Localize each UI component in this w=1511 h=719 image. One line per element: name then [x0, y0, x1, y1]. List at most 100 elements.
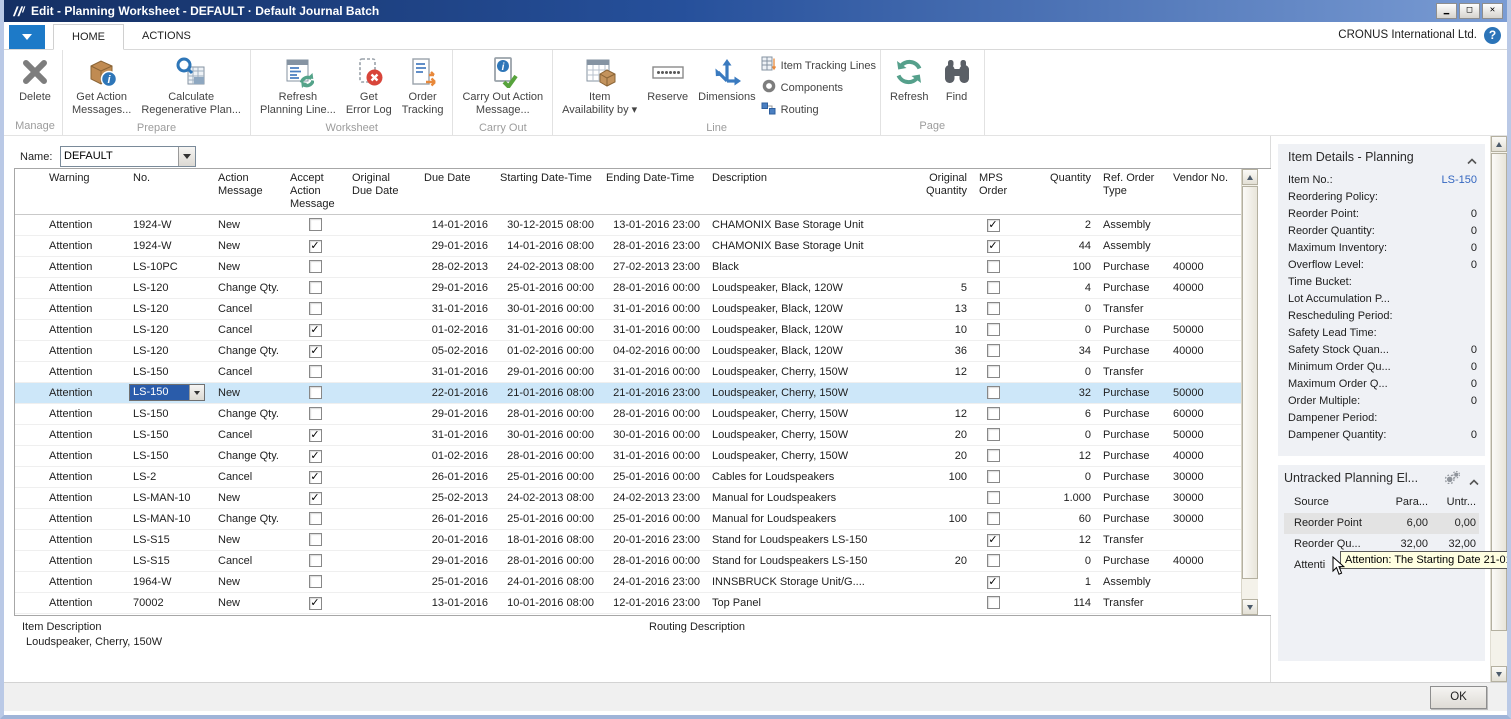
- minimize-button[interactable]: ▁: [1436, 3, 1457, 19]
- scroll-thumb[interactable]: [1242, 186, 1258, 579]
- calculate-regenerative-plan-button[interactable]: Calculate Regenerative Plan...: [136, 52, 246, 120]
- table-row[interactable]: AttentionLS-MAN-10Change Qty.26-01-20162…: [15, 509, 1241, 530]
- table-row[interactable]: AttentionLS-150Cancel31-01-201629-01-201…: [15, 362, 1241, 383]
- refresh-planning-line-button[interactable]: Refresh Planning Line...: [255, 52, 341, 120]
- dimensions-button[interactable]: Dimensions: [693, 52, 760, 107]
- accept-action-message-checkbox[interactable]: ✓: [309, 429, 322, 442]
- scroll-down-button[interactable]: [1491, 666, 1507, 682]
- accept-action-message-checkbox[interactable]: [309, 281, 322, 294]
- mps-order-checkbox[interactable]: [987, 512, 1000, 525]
- table-row[interactable]: Attention70002New✓13-01-201610-01-2016 0…: [15, 593, 1241, 614]
- field-value[interactable]: LS-150: [1442, 172, 1477, 189]
- accept-action-message-checkbox[interactable]: [309, 260, 322, 273]
- table-row[interactable]: AttentionLS-150Change Qty.29-01-201628-0…: [15, 404, 1241, 425]
- accept-action-message-checkbox[interactable]: ✓: [309, 324, 322, 337]
- table-row[interactable]: Attention1964-WNew25-01-201624-01-2016 0…: [15, 572, 1241, 593]
- mps-order-checkbox[interactable]: [987, 344, 1000, 357]
- help-icon[interactable]: ?: [1484, 27, 1501, 44]
- gear-icon[interactable]: [1444, 471, 1460, 485]
- mps-order-checkbox[interactable]: [987, 323, 1000, 336]
- carry-out-action-message-button[interactable]: iCarry Out Action Message...: [457, 52, 548, 120]
- accept-action-message-checkbox[interactable]: [309, 386, 322, 399]
- grid-vertical-scrollbar[interactable]: [1241, 169, 1258, 615]
- column-header-ending-date-time[interactable]: Ending Date-Time: [600, 169, 706, 214]
- mps-order-checkbox[interactable]: [987, 407, 1000, 420]
- table-row[interactable]: AttentionLS-S15Cancel29-01-201628-01-201…: [15, 551, 1241, 572]
- routing-button[interactable]: Routing: [761, 100, 876, 119]
- accept-action-message-checkbox[interactable]: [309, 512, 322, 525]
- mps-order-checkbox[interactable]: [987, 302, 1000, 315]
- column-header-original-quantity[interactable]: Original Quantity: [911, 169, 973, 214]
- column-header-description[interactable]: Description: [706, 169, 911, 214]
- mps-order-checkbox[interactable]: [987, 428, 1000, 441]
- mps-order-checkbox[interactable]: [987, 260, 1000, 273]
- accept-action-message-checkbox[interactable]: [309, 554, 322, 567]
- untracked-column-para[interactable]: Para...: [1376, 493, 1428, 513]
- mps-order-checkbox[interactable]: [987, 554, 1000, 567]
- untracked-row[interactable]: Reorder Point6,000,00: [1284, 513, 1479, 534]
- application-menu-button[interactable]: [9, 25, 45, 49]
- accept-action-message-checkbox[interactable]: ✓: [309, 450, 322, 463]
- table-row[interactable]: AttentionLS-150Cancel✓31-01-201630-01-20…: [15, 425, 1241, 446]
- mps-order-checkbox[interactable]: [987, 491, 1000, 504]
- accept-action-message-checkbox[interactable]: [309, 533, 322, 546]
- batch-name-dropdown-button[interactable]: [178, 147, 195, 166]
- item-availability-by-button[interactable]: Item Availability by ▾: [557, 52, 642, 120]
- column-header-warning[interactable]: Warning: [15, 169, 127, 214]
- column-header-vendor-no[interactable]: Vendor No.: [1167, 169, 1241, 214]
- tab-home[interactable]: HOME: [53, 24, 124, 50]
- get-action-messages-button[interactable]: iGet Action Messages...: [67, 52, 136, 120]
- batch-name-combobox[interactable]: DEFAULT: [60, 146, 196, 167]
- table-row[interactable]: AttentionLS-120Change Qty.29-01-201625-0…: [15, 278, 1241, 299]
- close-button[interactable]: ✕: [1482, 3, 1503, 19]
- column-header-mps-order[interactable]: MPS Order: [973, 169, 1013, 214]
- table-row[interactable]: AttentionLS-120Cancel✓01-02-201631-01-20…: [15, 320, 1241, 341]
- reserve-button[interactable]: Reserve: [642, 52, 693, 107]
- table-row[interactable]: AttentionLS-150New22-01-201621-01-2016 0…: [15, 383, 1241, 404]
- table-row[interactable]: Attention1924-WNew14-01-201630-12-2015 0…: [15, 215, 1241, 236]
- tab-actions[interactable]: ACTIONS: [124, 24, 209, 50]
- item-no-dropdown-button[interactable]: [189, 385, 204, 400]
- accept-action-message-checkbox[interactable]: ✓: [309, 597, 322, 610]
- accept-action-message-checkbox[interactable]: ✓: [309, 492, 322, 505]
- table-row[interactable]: AttentionLS-S15New20-01-201618-01-2016 0…: [15, 530, 1241, 551]
- collapse-panel-icon[interactable]: [1469, 475, 1479, 482]
- column-header-due-date[interactable]: Due Date: [418, 169, 494, 214]
- factbox-vertical-scrollbar[interactable]: [1490, 136, 1507, 682]
- accept-action-message-checkbox[interactable]: ✓: [309, 345, 322, 358]
- table-row[interactable]: Attention1924-WNew✓29-01-201614-01-2016 …: [15, 236, 1241, 257]
- table-row[interactable]: AttentionLS-150Change Qty.✓01-02-201628-…: [15, 446, 1241, 467]
- accept-action-message-checkbox[interactable]: [309, 575, 322, 588]
- mps-order-checkbox[interactable]: [987, 470, 1000, 483]
- components-button[interactable]: Components: [761, 78, 876, 97]
- accept-action-message-checkbox[interactable]: [309, 218, 322, 231]
- scroll-up-button[interactable]: [1242, 169, 1258, 185]
- column-header-original-due-date[interactable]: Original Due Date: [346, 169, 418, 214]
- mps-order-checkbox[interactable]: [987, 365, 1000, 378]
- get-error-log-button[interactable]: Get Error Log: [341, 52, 397, 120]
- accept-action-message-checkbox[interactable]: [309, 365, 322, 378]
- accept-action-message-checkbox[interactable]: [309, 302, 322, 315]
- collapse-panel-icon[interactable]: [1467, 154, 1477, 161]
- table-row[interactable]: AttentionLS-MAN-10New✓25-02-201324-02-20…: [15, 488, 1241, 509]
- column-header-ref-order-type[interactable]: Ref. Order Type: [1097, 169, 1167, 214]
- column-header-no[interactable]: No.: [127, 169, 212, 214]
- table-row[interactable]: AttentionLS-120Change Qty.✓05-02-201601-…: [15, 341, 1241, 362]
- column-header-starting-date-time[interactable]: Starting Date-Time: [494, 169, 600, 214]
- column-header-accept-action-message[interactable]: Accept Action Message: [284, 169, 346, 214]
- accept-action-message-checkbox[interactable]: [309, 407, 322, 420]
- order-tracking-button[interactable]: Order Tracking: [397, 52, 449, 120]
- mps-order-checkbox[interactable]: [987, 386, 1000, 399]
- untracked-column-untr[interactable]: Untr...: [1428, 493, 1476, 513]
- maximize-button[interactable]: □: [1459, 3, 1480, 19]
- accept-action-message-checkbox[interactable]: ✓: [309, 471, 322, 484]
- mps-order-checkbox[interactable]: [987, 281, 1000, 294]
- find-button[interactable]: Find: [934, 52, 980, 107]
- refresh-button[interactable]: Refresh: [885, 52, 934, 107]
- ok-button[interactable]: OK: [1430, 686, 1487, 709]
- column-header-quantity[interactable]: Quantity: [1013, 169, 1097, 214]
- mps-order-checkbox[interactable]: ✓: [987, 240, 1000, 253]
- mps-order-checkbox[interactable]: ✓: [987, 576, 1000, 589]
- mps-order-checkbox[interactable]: ✓: [987, 534, 1000, 547]
- table-row[interactable]: AttentionLS-10PCNew28-02-201324-02-2013 …: [15, 257, 1241, 278]
